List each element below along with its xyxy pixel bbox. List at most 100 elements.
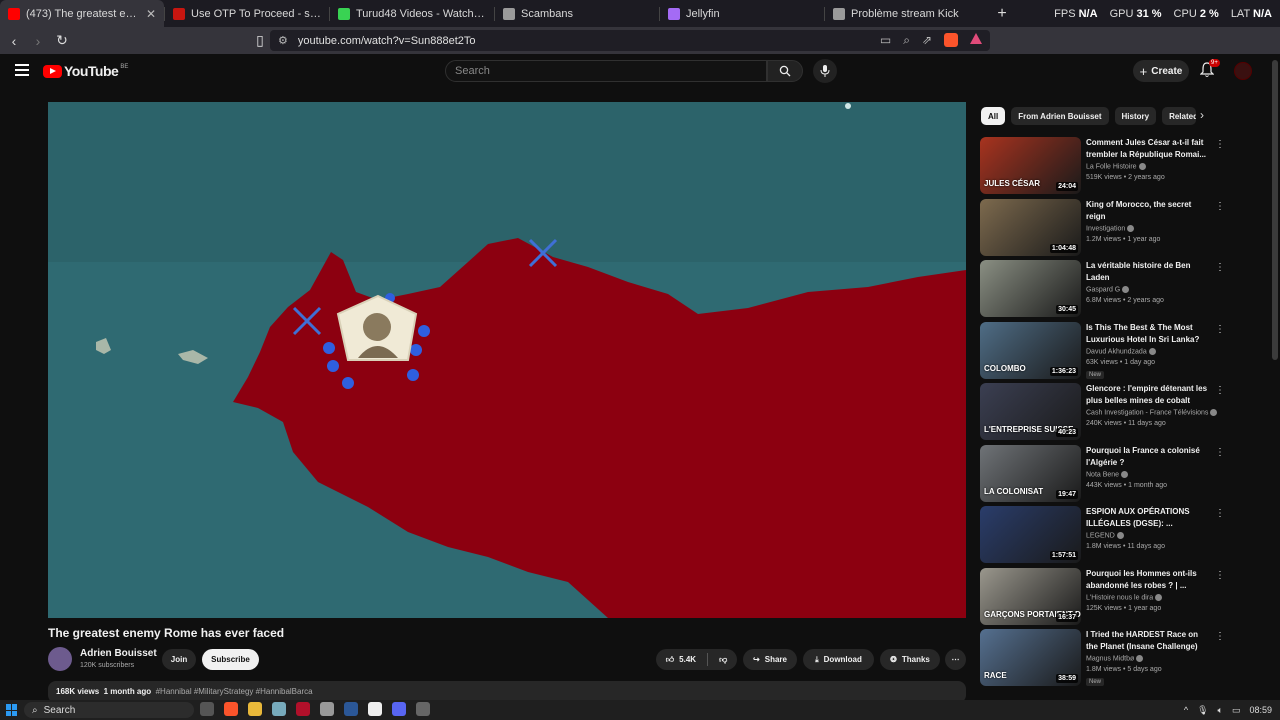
account-avatar[interactable] (1234, 62, 1252, 80)
filter-chip[interactable]: History (1114, 107, 1157, 125)
voice-search-button[interactable] (813, 59, 837, 83)
guide-menu-icon[interactable] (15, 64, 29, 76)
recommended-channel[interactable]: Magnus Midtbø (1086, 655, 1134, 662)
forward-icon[interactable]: › (28, 33, 48, 49)
thanks-button[interactable]: ❂ Thanks (880, 649, 940, 670)
brave-browser-icon[interactable] (224, 702, 238, 716)
recommended-channel[interactable]: Nota Bene (1086, 471, 1119, 478)
task-view-icon[interactable] (200, 702, 214, 716)
more-options-icon[interactable]: ⋮ (1215, 508, 1225, 519)
back-icon[interactable]: ‹ (4, 33, 24, 49)
windows-start-icon[interactable] (6, 704, 18, 716)
browser-tab[interactable]: Problème stream Kick (825, 0, 989, 27)
recommended-video-title[interactable]: Is This The Best & The Most Luxurious Ho… (1086, 322, 1208, 346)
more-options-icon[interactable]: ⋮ (1215, 139, 1225, 150)
recommended-channel[interactable]: Cash Investigation - France Télévisions (1086, 409, 1208, 416)
video-thumbnail[interactable]: L'ENTREPRISE SUISSE 40:23 (980, 383, 1081, 440)
browser-tab[interactable]: Scambans (495, 0, 659, 27)
recommended-video[interactable]: L'ENTREPRISE SUISSE 40:23 Glencore : l'emp… (980, 383, 1225, 441)
cast-icon[interactable]: ▭ (880, 33, 891, 48)
share-page-icon[interactable]: ⇗ (922, 33, 932, 48)
notifications-button[interactable]: 9+ (1199, 59, 1220, 80)
taskbar-search[interactable]: ⌕ Search (24, 702, 194, 718)
recommended-video[interactable]: 1:57:51 ESPION AUX OPÉRATIONS ILLÉGALES (… (980, 506, 1225, 564)
youtube-logo[interactable]: YouTube BE (43, 63, 128, 79)
more-options-icon[interactable]: ⋮ (1215, 447, 1225, 458)
brave-rewards-icon[interactable] (970, 33, 982, 44)
more-options-icon[interactable]: ⋮ (1215, 262, 1225, 273)
channel-name[interactable]: Adrien Bouisset (80, 648, 157, 659)
recommended-video-title[interactable]: King of Morocco, the secret reign (1086, 199, 1208, 223)
recommended-video[interactable]: RACE 38:59 I Tried the HARDEST Race on the… (980, 629, 1225, 687)
recommended-channel[interactable]: Davud Akhundzada (1086, 348, 1147, 355)
tray-chevron-icon[interactable]: ^ (1184, 705, 1188, 715)
search-button[interactable] (767, 60, 803, 82)
video-thumbnail[interactable]: LA COLONISAT 19:47 (980, 444, 1081, 502)
join-button[interactable]: Join (162, 649, 196, 670)
video-thumbnail[interactable]: 1:04:48 (980, 198, 1081, 256)
filter-chip[interactable]: From Adrien Bouisset (1011, 107, 1109, 125)
notepad-icon[interactable] (272, 702, 286, 716)
brave-shield-icon[interactable] (944, 33, 958, 47)
discord-icon[interactable] (392, 702, 406, 716)
tray-clock[interactable]: 08:59 (1249, 705, 1272, 715)
more-options-icon[interactable]: ⋮ (1215, 201, 1225, 212)
more-options-icon[interactable]: ⋮ (1215, 385, 1225, 396)
channel-avatar[interactable] (48, 647, 72, 671)
app-icon[interactable] (320, 702, 334, 716)
site-settings-icon[interactable]: ⚙ (278, 34, 288, 47)
recommended-video-title[interactable]: Pourquoi les Hommes ont-ils abandonné le… (1086, 568, 1208, 592)
filter-chip[interactable]: Related (1162, 107, 1197, 125)
recommended-channel[interactable]: La Folle Histoire (1086, 163, 1137, 170)
recommended-video[interactable]: GARÇONS PORTAIENT DES ROBES16:37Pourquoi… (980, 567, 1225, 626)
like-button[interactable]: 👍︎ 5.4K (666, 655, 696, 665)
more-options-icon[interactable]: ⋮ (1215, 570, 1225, 581)
video-thumbnail[interactable]: GARÇONS PORTAIENT DES ROBES16:37 (980, 567, 1081, 625)
word-icon[interactable] (344, 702, 358, 716)
browser-tab[interactable]: Use OTP To Proceed - sshadowmimo (165, 0, 329, 27)
recommended-video[interactable]: 1:04:48 King of Morocco, the secret reign… (980, 198, 1225, 257)
zoom-icon[interactable]: ⌕ (903, 33, 910, 48)
recommended-video[interactable]: COLOMBO 1:36:23 Is This The Best & The Mos… (980, 321, 1225, 380)
notion-icon[interactable] (368, 702, 382, 716)
recommended-video-title[interactable]: Glencore : l'empire détenant les plus be… (1086, 383, 1208, 407)
create-button[interactable]: + Create (1133, 60, 1189, 82)
tray-mic-icon[interactable]: 🎙︎ (1197, 705, 1208, 716)
file-explorer-icon[interactable] (248, 702, 262, 716)
recommended-channel[interactable]: Gaspard G (1086, 286, 1120, 293)
recommended-video[interactable]: 30:45 La véritable histoire de Ben Laden G… (980, 260, 1225, 318)
search-input[interactable]: Search (445, 60, 767, 82)
address-bar[interactable]: ⚙ youtube.com/watch?v=Sun888et2To ▭ ⌕ ⇗ (270, 30, 990, 51)
bookmark-icon[interactable]: ▯ (250, 32, 270, 49)
reload-icon[interactable]: ↻ (52, 32, 72, 49)
hashtags[interactable]: #Hannibal #MilitaryStrategy #HannibalBar… (156, 687, 313, 696)
chips-next-icon[interactable]: › (1200, 108, 1204, 122)
tray-volume-icon[interactable]: 🔈︎ (1218, 705, 1223, 716)
recommended-video-title[interactable]: La véritable histoire de Ben Laden (1086, 260, 1208, 284)
video-thumbnail[interactable]: JULES CÉSAR 24:04 (980, 137, 1081, 194)
recommended-video-title[interactable]: ESPION AUX OPÉRATIONS ILLÉGALES (DGSE): … (1086, 506, 1208, 530)
video-thumbnail[interactable]: RACE 38:59 (980, 629, 1081, 686)
new-tab-button[interactable]: + (989, 5, 1015, 23)
video-thumbnail[interactable]: 1:57:51 (980, 506, 1081, 563)
more-options-icon[interactable]: ⋮ (1215, 631, 1225, 642)
page-scrollbar[interactable] (1272, 60, 1278, 360)
recommended-video[interactable]: LA COLONISAT 19:47 Pourquoi la France a co… (980, 444, 1225, 503)
video-thumbnail[interactable]: COLOMBO 1:36:23 (980, 321, 1081, 379)
dislike-button[interactable]: 👎︎ (719, 655, 727, 665)
recommended-video-title[interactable]: Pourquoi la France a colonisé l'Algérie … (1086, 445, 1208, 469)
video-thumbnail[interactable]: 30:45 (980, 260, 1081, 317)
tray-network-icon[interactable]: ▭ (1232, 705, 1241, 716)
more-options-icon[interactable]: ⋮ (1215, 324, 1225, 335)
recommended-channel[interactable]: LEGEND (1086, 532, 1115, 539)
settings-icon[interactable] (416, 702, 430, 716)
recommended-video-title[interactable]: I Tried the HARDEST Race on the Planet (… (1086, 629, 1208, 653)
recommended-channel[interactable]: L'Histoire nous le dira (1086, 594, 1153, 601)
video-player[interactable] (48, 102, 966, 618)
recommended-video[interactable]: JULES CÉSAR 24:04 Comment Jules César a-t-… (980, 137, 1225, 195)
tab-close-icon[interactable]: ✕ (146, 7, 156, 21)
recommended-channel[interactable]: Investigation (1086, 225, 1125, 232)
subscribe-button[interactable]: Subscribe (202, 649, 259, 670)
download-button[interactable]: ⤓ Download (803, 649, 874, 670)
browser-tab[interactable]: (473) The greatest enemy Ro ✕ (0, 0, 164, 27)
